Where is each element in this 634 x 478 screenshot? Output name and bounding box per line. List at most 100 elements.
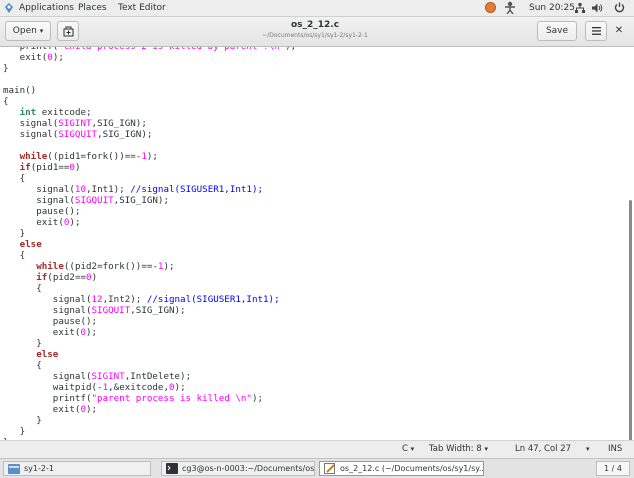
hamburger-menu-icon	[591, 27, 601, 35]
network-icon[interactable]	[575, 3, 585, 13]
code-token-plain: }	[3, 228, 26, 239]
code-line[interactable]: exit(0);	[3, 217, 296, 228]
code-token-kw: if	[19, 162, 31, 173]
folder-icon	[8, 464, 20, 474]
code-token-plain: exit(	[3, 404, 81, 415]
code-token-plain: signal(	[3, 184, 75, 195]
open-button-label: Open	[12, 26, 37, 36]
code-token-cmt: //signal(SIGUSER1,Int1);	[130, 184, 264, 195]
text-editor-menu[interactable]: Text Editor	[118, 2, 166, 14]
code-line[interactable]: signal(SIGINT,SIG_IGN);	[3, 118, 296, 129]
code-line[interactable]: {	[3, 96, 296, 107]
code-token-const: SIGQUIT	[58, 129, 98, 140]
code-token-plain: {	[3, 173, 26, 184]
accessibility-icon[interactable]	[503, 1, 517, 14]
new-document-button[interactable]	[57, 21, 79, 41]
code-token-plain: pause();	[3, 316, 98, 327]
tab-width-selector[interactable]: Tab Width: 8 ▾	[429, 444, 488, 455]
code-line[interactable]: pause();	[3, 206, 296, 217]
code-line[interactable]: else	[3, 349, 296, 360]
close-icon[interactable]: ✕	[612, 24, 626, 38]
workspace-pager[interactable]: 1 / 4	[596, 461, 630, 476]
source-code[interactable]: printf( "child process 2 is killed by par…	[3, 47, 296, 440]
code-line[interactable]: }	[3, 228, 296, 239]
header-bar: Open ▾ os_2_12.c ~/Documents/os/sy1/sy1-…	[0, 17, 634, 47]
code-token-plain: );	[285, 47, 296, 52]
code-line[interactable]: signal(10,Int1); //signal(SIGUSER1,Int1)…	[3, 184, 296, 195]
vertical-scrollbar[interactable]	[629, 200, 632, 440]
save-button[interactable]: Save	[537, 21, 577, 41]
power-icon[interactable]	[614, 2, 625, 13]
code-token-plain: }	[3, 338, 42, 349]
code-token-plain: ,SIG_IGN);	[97, 129, 153, 140]
cursor-position-label: Ln 47, Col 27	[515, 444, 572, 454]
code-line[interactable]: else	[3, 239, 296, 250]
code-line[interactable]: {	[3, 283, 296, 294]
code-line[interactable]: signal(SIGQUIT,SIG_IGN);	[3, 129, 296, 140]
code-line[interactable]: exit(0);	[3, 52, 296, 63]
code-token-plain: signal(	[3, 195, 75, 206]
hamburger-menu-button[interactable]	[585, 21, 607, 41]
cursor-position[interactable]: Ln 47, Col 27	[515, 444, 571, 455]
code-token-str: "child process 2 is killed by parent !\n…	[58, 47, 285, 52]
editor-area[interactable]: printf( "child process 2 is killed by par…	[0, 47, 634, 440]
code-line[interactable]: }	[3, 426, 296, 437]
code-line[interactable]: {	[3, 250, 296, 261]
places-menu[interactable]: Places	[78, 2, 107, 14]
code-line[interactable]: {	[3, 360, 296, 371]
code-token-plain: );	[251, 393, 264, 404]
code-token-plain: ,SIG_IGN);	[130, 305, 186, 316]
notification-icon[interactable]	[485, 2, 496, 13]
code-token-plain: );	[146, 151, 158, 162]
volume-icon[interactable]	[592, 3, 603, 13]
code-line[interactable]: waitpid(-1,&exitcode,0);	[3, 382, 296, 393]
chevron-down-icon: ▾	[39, 27, 44, 35]
code-token-plain: (pid2==	[47, 272, 87, 283]
code-line[interactable]: }	[3, 338, 296, 349]
clock[interactable]: Sun 20:25	[529, 2, 575, 14]
code-token-plain: {	[3, 250, 26, 261]
chevron-down-icon[interactable]: ▾	[586, 444, 590, 455]
code-line[interactable]	[3, 74, 296, 85]
code-line[interactable]: {	[3, 173, 296, 184]
code-line[interactable]	[3, 140, 296, 151]
code-token-plain: ((pid1=fork())==-	[47, 151, 142, 162]
code-line[interactable]: main()	[3, 85, 296, 96]
applications-menu[interactable]: Applications	[19, 2, 74, 14]
terminal-icon	[166, 463, 178, 474]
window-title: os_2_12.c	[290, 20, 340, 30]
code-token-const: SIGINT	[58, 118, 92, 129]
code-token-plain: printf(	[3, 393, 92, 404]
code-token-plain: signal(	[3, 371, 92, 382]
taskbar-item-label: cg3@os-n-0003:~/Documents/os/s...	[182, 464, 315, 473]
code-token-plain: waitpid(-	[3, 382, 103, 393]
tab-width-label: Tab Width: 8	[429, 444, 482, 454]
code-line[interactable]: }	[3, 415, 296, 426]
code-line[interactable]: if(pid2==0)	[3, 272, 296, 283]
code-line[interactable]: while((pid2=fork())==-1);	[3, 261, 296, 272]
code-line[interactable]: int exitcode;	[3, 107, 296, 118]
code-line[interactable]: signal(12,Int2); //signal(SIGUSER1,Int1)…	[3, 294, 296, 305]
code-line[interactable]: printf("parent process is killed \n");	[3, 393, 296, 404]
code-line[interactable]: pause();	[3, 316, 296, 327]
code-line[interactable]: signal(SIGQUIT,SIG_IGN);	[3, 195, 296, 206]
code-line[interactable]: if(pid1==0)	[3, 162, 296, 173]
taskbar-item-terminal[interactable]: cg3@os-n-0003:~/Documents/os/s...	[161, 461, 315, 476]
language-selector[interactable]: C ▾	[402, 444, 414, 455]
code-line[interactable]: signal(SIGQUIT,SIG_IGN);	[3, 305, 296, 316]
code-line[interactable]: signal(SIGINT,IntDelete);	[3, 371, 296, 382]
language-label: C	[402, 444, 408, 454]
code-token-plain: {	[3, 96, 9, 107]
code-token-const: SIGQUIT	[91, 305, 131, 316]
code-line[interactable]: while((pid1=fork())==-1);	[3, 151, 296, 162]
taskbar-item-text-editor[interactable]: os_2_12.c (~/Documents/os/sy1/sy...	[319, 461, 484, 476]
applications-icon[interactable]	[4, 3, 14, 13]
code-line[interactable]: exit(0);	[3, 327, 296, 338]
code-line[interactable]: exit(0);	[3, 404, 296, 415]
taskbar-item-files[interactable]: sy1-2-1	[3, 461, 151, 476]
open-button[interactable]: Open ▾	[5, 21, 51, 41]
code-line[interactable]: }	[3, 63, 296, 74]
new-document-icon	[63, 26, 73, 37]
